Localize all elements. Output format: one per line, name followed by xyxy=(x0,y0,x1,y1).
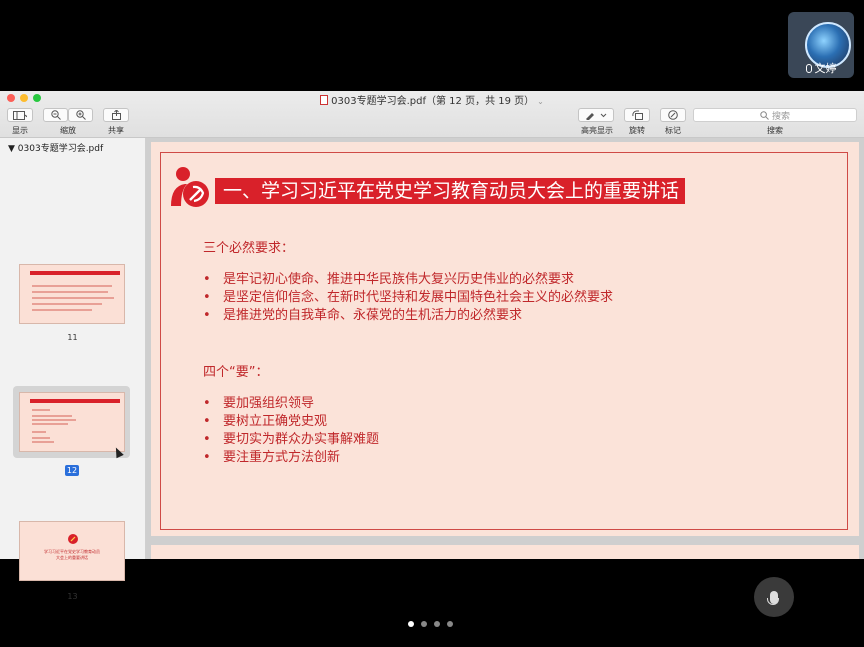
pdf-page-13-preview xyxy=(151,545,859,559)
view-menu-button[interactable] xyxy=(7,108,33,122)
list-item: 是牢记初心使命、推进中华民族伟大复兴历史伟业的必然要求 xyxy=(203,271,613,289)
search-label: 搜索 xyxy=(767,126,783,135)
markup-pen-icon xyxy=(668,110,678,120)
list-item: 要加强组织领导 xyxy=(203,395,379,413)
rotate-button[interactable] xyxy=(624,108,650,122)
thumbnail-title-bar xyxy=(30,271,120,275)
highlight-label: 高亮显示 xyxy=(581,126,613,135)
thumbnail-13-text: 学习习近平在党史学习教育动员 大会上的重要讲话 xyxy=(44,549,100,560)
search-placeholder: 搜索 xyxy=(771,111,790,122)
slide-title: 一、学习习近平在党史学习教育动员大会上的重要讲话 xyxy=(215,178,686,204)
highlight-button[interactable] xyxy=(578,108,614,122)
thumbnail-line xyxy=(32,423,68,425)
list-item: 要树立正确党史观 xyxy=(203,413,379,431)
page-dot[interactable] xyxy=(434,621,440,627)
share-button[interactable] xyxy=(103,108,129,122)
title-bar: 0303专题学习会.pdf（第 12 页，共 19 页） ⌄ 显示 缩放 共享 高… xyxy=(0,91,864,138)
sidebar-file-header[interactable]: ▼ 0303专题学习会.pdf xyxy=(0,138,145,154)
party-emblem-icon xyxy=(68,534,78,544)
zoom-label: 缩放 xyxy=(60,126,76,135)
participant-name: 文婷 xyxy=(814,62,837,75)
zoom-in-icon xyxy=(75,110,86,120)
page-thumbnail-11[interactable] xyxy=(19,264,125,324)
participant-namebar: 文婷 xyxy=(788,60,854,76)
document-view[interactable]: 一、学习习近平在党史学习教育动员大会上的重要讲话 三个必然要求： 是牢记初心使命… xyxy=(146,138,864,559)
page-number-11: 11 xyxy=(67,333,78,342)
document-title-text: 0303专题学习会.pdf（第 12 页，共 19 页） xyxy=(331,96,535,107)
page-dot[interactable] xyxy=(421,621,427,627)
section-heading-requirements: 三个必然要求： xyxy=(203,241,295,256)
rotate-label: 旋转 xyxy=(629,126,645,135)
disclosure-triangle-icon[interactable]: ▼ xyxy=(8,144,15,154)
microphone-icon xyxy=(767,590,779,605)
thumbnail-line xyxy=(32,297,114,299)
thumbnail-line xyxy=(32,441,54,443)
thumbnail-line xyxy=(32,291,108,293)
zoom-out-button[interactable] xyxy=(43,108,68,122)
requirements-list: 是牢记初心使命、推进中华民族伟大复兴历史伟业的必然要求 是坚定信仰信念、在新时代… xyxy=(203,271,613,325)
party-member-logo-icon xyxy=(171,167,209,207)
thumbnail-sidebar: ▼ 0303专题学习会.pdf 11 12 学习习近平在党史学习教育动员 大会上… xyxy=(0,138,146,601)
thumbnail-line xyxy=(32,303,102,305)
markup-label: 标记 xyxy=(665,126,681,135)
thumbnail-line xyxy=(32,437,50,439)
microphone-icon xyxy=(805,63,812,73)
sidebar-file-name: 0303专题学习会.pdf xyxy=(17,144,104,154)
page-dot[interactable] xyxy=(447,621,453,627)
share-icon xyxy=(111,110,121,120)
share-label: 共享 xyxy=(108,126,124,135)
page-thumbnail-12[interactable] xyxy=(19,392,125,452)
thumbnail-line xyxy=(32,309,92,311)
page-frame xyxy=(160,152,848,530)
page-thumbnail-13[interactable]: 学习习近平在党史学习教育动员 大会上的重要讲话 xyxy=(19,521,125,581)
chevron-down-icon: ⌄ xyxy=(537,97,544,106)
four-musts-list: 要加强组织领导 要树立正确党史观 要切实为群众办实事解难题 要注重方式方法创新 xyxy=(203,395,379,467)
view-label: 显示 xyxy=(12,126,28,135)
pdf-preview-window: 0303专题学习会.pdf（第 12 页，共 19 页） ⌄ 显示 缩放 共享 高… xyxy=(0,91,864,601)
thumbnail-line xyxy=(32,409,50,411)
document-title[interactable]: 0303专题学习会.pdf（第 12 页，共 19 页） ⌄ xyxy=(0,92,864,107)
pdf-page-12: 一、学习习近平在党史学习教育动员大会上的重要讲话 三个必然要求： 是牢记初心使命… xyxy=(151,142,859,536)
list-item: 是坚定信仰信念、在新时代坚持和发展中国特色社会主义的必然要求 xyxy=(203,289,613,307)
thumbnail-line xyxy=(32,419,76,421)
participant-video-tile[interactable]: 文婷 xyxy=(788,12,854,78)
thumbnail-title-bar xyxy=(30,399,120,403)
thumbnail-line xyxy=(32,285,112,287)
highlighter-icon xyxy=(586,112,607,120)
thumbnail-line xyxy=(32,415,72,417)
page-dot[interactable] xyxy=(408,621,414,627)
thumbnail-line xyxy=(32,431,46,433)
section-heading-four-musts: 四个“要”： xyxy=(203,365,269,380)
markup-button[interactable] xyxy=(660,108,686,122)
rotate-icon xyxy=(631,110,643,120)
page-indicator[interactable] xyxy=(408,621,453,627)
zoom-in-button[interactable] xyxy=(68,108,93,122)
zoom-out-icon xyxy=(50,110,61,120)
pdf-file-icon xyxy=(320,95,329,105)
list-item: 要注重方式方法创新 xyxy=(203,449,379,467)
microphone-toggle-button[interactable] xyxy=(754,577,794,617)
search-input[interactable]: 搜索 xyxy=(693,108,857,122)
page-number-12: 12 xyxy=(65,465,79,476)
list-item: 要切实为群众办实事解难题 xyxy=(203,431,379,449)
search-icon xyxy=(760,110,769,120)
page-number-13: 13 xyxy=(67,592,78,601)
list-item: 是推进党的自我革命、永葆党的生机活力的必然要求 xyxy=(203,307,613,325)
sidebar-icon xyxy=(13,110,27,120)
